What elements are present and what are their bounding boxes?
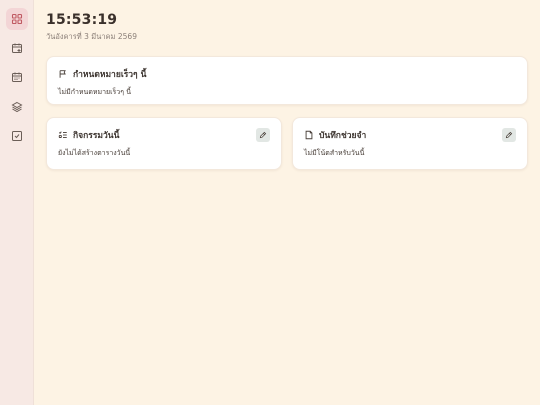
card-empty-text: ไม่มีโน้ตสำหรับวันนี้	[304, 149, 365, 157]
card-empty-text: ยังไม่ได้สร้างตารางวันนี้	[58, 149, 131, 157]
edit-notes-button[interactable]	[502, 128, 516, 142]
memo-notes-card: บันทึกช่วยจำ ไม่มีโน้ตสำหรับวันนี้	[292, 117, 528, 170]
card-empty-text: ไม่มีกำหนดหมายเร็วๆ นี้	[58, 88, 131, 96]
current-date: วันอังคารที่ 3 มีนาคม 2569	[46, 32, 137, 41]
note-icon	[305, 130, 313, 140]
sidebar-item-layers[interactable]	[6, 96, 28, 118]
card-header: กำหนดหมายเร็วๆ นี้	[58, 67, 146, 81]
layers-icon	[11, 101, 23, 113]
pencil-icon	[259, 131, 267, 139]
clock: 15:53:19	[46, 12, 118, 28]
sidebar-item-dashboard[interactable]	[6, 8, 28, 30]
list-checks-icon	[58, 131, 67, 138]
sidebar-item-tasks[interactable]	[6, 125, 28, 147]
edit-activities-button[interactable]	[256, 128, 270, 142]
sidebar-item-add-event[interactable]	[6, 37, 28, 59]
sidebar	[0, 0, 34, 405]
today-activities-card: กิจกรรมวันนี้ ยังไม่ได้สร้างตารางวันนี้	[46, 117, 282, 170]
card-title: กิจกรรมวันนี้	[73, 131, 120, 141]
pencil-icon	[505, 131, 513, 139]
checkbox-icon	[12, 131, 22, 141]
grid-icon	[11, 13, 23, 25]
upcoming-deadlines-card: กำหนดหมายเร็วๆ นี้ ไม่มีกำหนดหมายเร็วๆ น…	[46, 56, 528, 105]
card-header: บันทึกช่วยจำ	[304, 128, 366, 142]
calendar-plus-icon	[12, 43, 22, 53]
card-title: กำหนดหมายเร็วๆ นี้	[73, 70, 147, 80]
card-header: กิจกรรมวันนี้	[58, 128, 119, 142]
flag-icon	[59, 70, 66, 78]
card-title: บันทึกช่วยจำ	[319, 131, 367, 141]
sidebar-item-calendar[interactable]	[6, 66, 28, 88]
calendar-icon	[12, 72, 22, 82]
